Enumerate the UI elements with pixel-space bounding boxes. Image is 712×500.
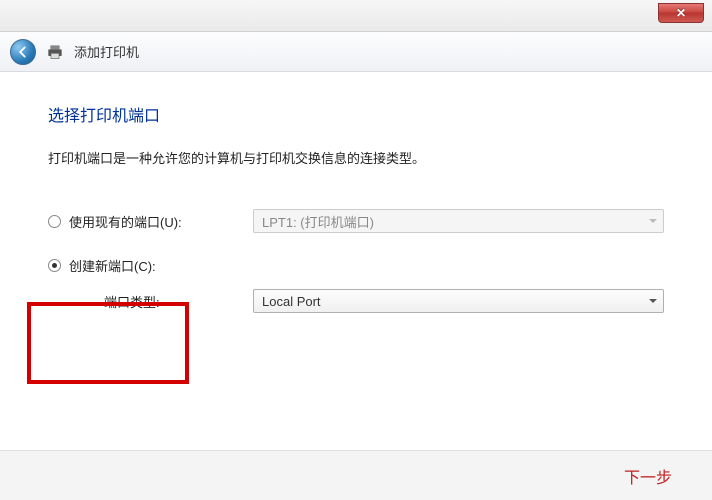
page-heading: 选择打印机端口 bbox=[48, 102, 664, 126]
title-bar: ✕ bbox=[0, 0, 712, 32]
chevron-down-icon bbox=[649, 299, 657, 303]
content-area: 选择打印机端口 打印机端口是一种允许您的计算机与打印机交换信息的连接类型。 使用… bbox=[0, 72, 712, 450]
port-type-dropdown[interactable]: Local Port bbox=[253, 289, 664, 313]
next-button[interactable]: 下一步 bbox=[624, 464, 672, 488]
chevron-down-icon bbox=[649, 219, 657, 223]
option-create-new: 创建新端口(C): bbox=[48, 251, 664, 279]
close-button[interactable]: ✕ bbox=[658, 3, 704, 23]
radio-label-create: 创建新端口(C): bbox=[69, 256, 156, 275]
radio-icon bbox=[48, 259, 61, 272]
page-description: 打印机端口是一种允许您的计算机与打印机交换信息的连接类型。 bbox=[48, 148, 664, 167]
close-icon: ✕ bbox=[676, 6, 686, 20]
port-type-value: Local Port bbox=[262, 294, 321, 309]
header-title: 添加打印机 bbox=[74, 42, 139, 61]
annotation-highlight bbox=[27, 302, 189, 384]
footer: 下一步 bbox=[0, 450, 712, 500]
back-button[interactable] bbox=[10, 39, 36, 65]
port-type-row: 端口类型: Local Port bbox=[48, 289, 664, 313]
header-bar: 添加打印机 bbox=[0, 32, 712, 72]
existing-port-value: LPT1: (打印机端口) bbox=[262, 212, 374, 231]
printer-icon bbox=[46, 44, 64, 60]
port-options: 使用现有的端口(U): LPT1: (打印机端口) 创建新端口(C): 端口类型… bbox=[48, 207, 664, 313]
back-arrow-icon bbox=[16, 45, 30, 59]
radio-label-existing: 使用现有的端口(U): bbox=[69, 212, 182, 231]
radio-icon bbox=[48, 215, 61, 228]
option-use-existing: 使用现有的端口(U): LPT1: (打印机端口) bbox=[48, 207, 664, 235]
radio-use-existing[interactable]: 使用现有的端口(U): bbox=[48, 212, 253, 231]
port-type-label: 端口类型: bbox=[48, 292, 253, 311]
radio-create-new[interactable]: 创建新端口(C): bbox=[48, 256, 253, 275]
existing-port-dropdown: LPT1: (打印机端口) bbox=[253, 209, 664, 233]
